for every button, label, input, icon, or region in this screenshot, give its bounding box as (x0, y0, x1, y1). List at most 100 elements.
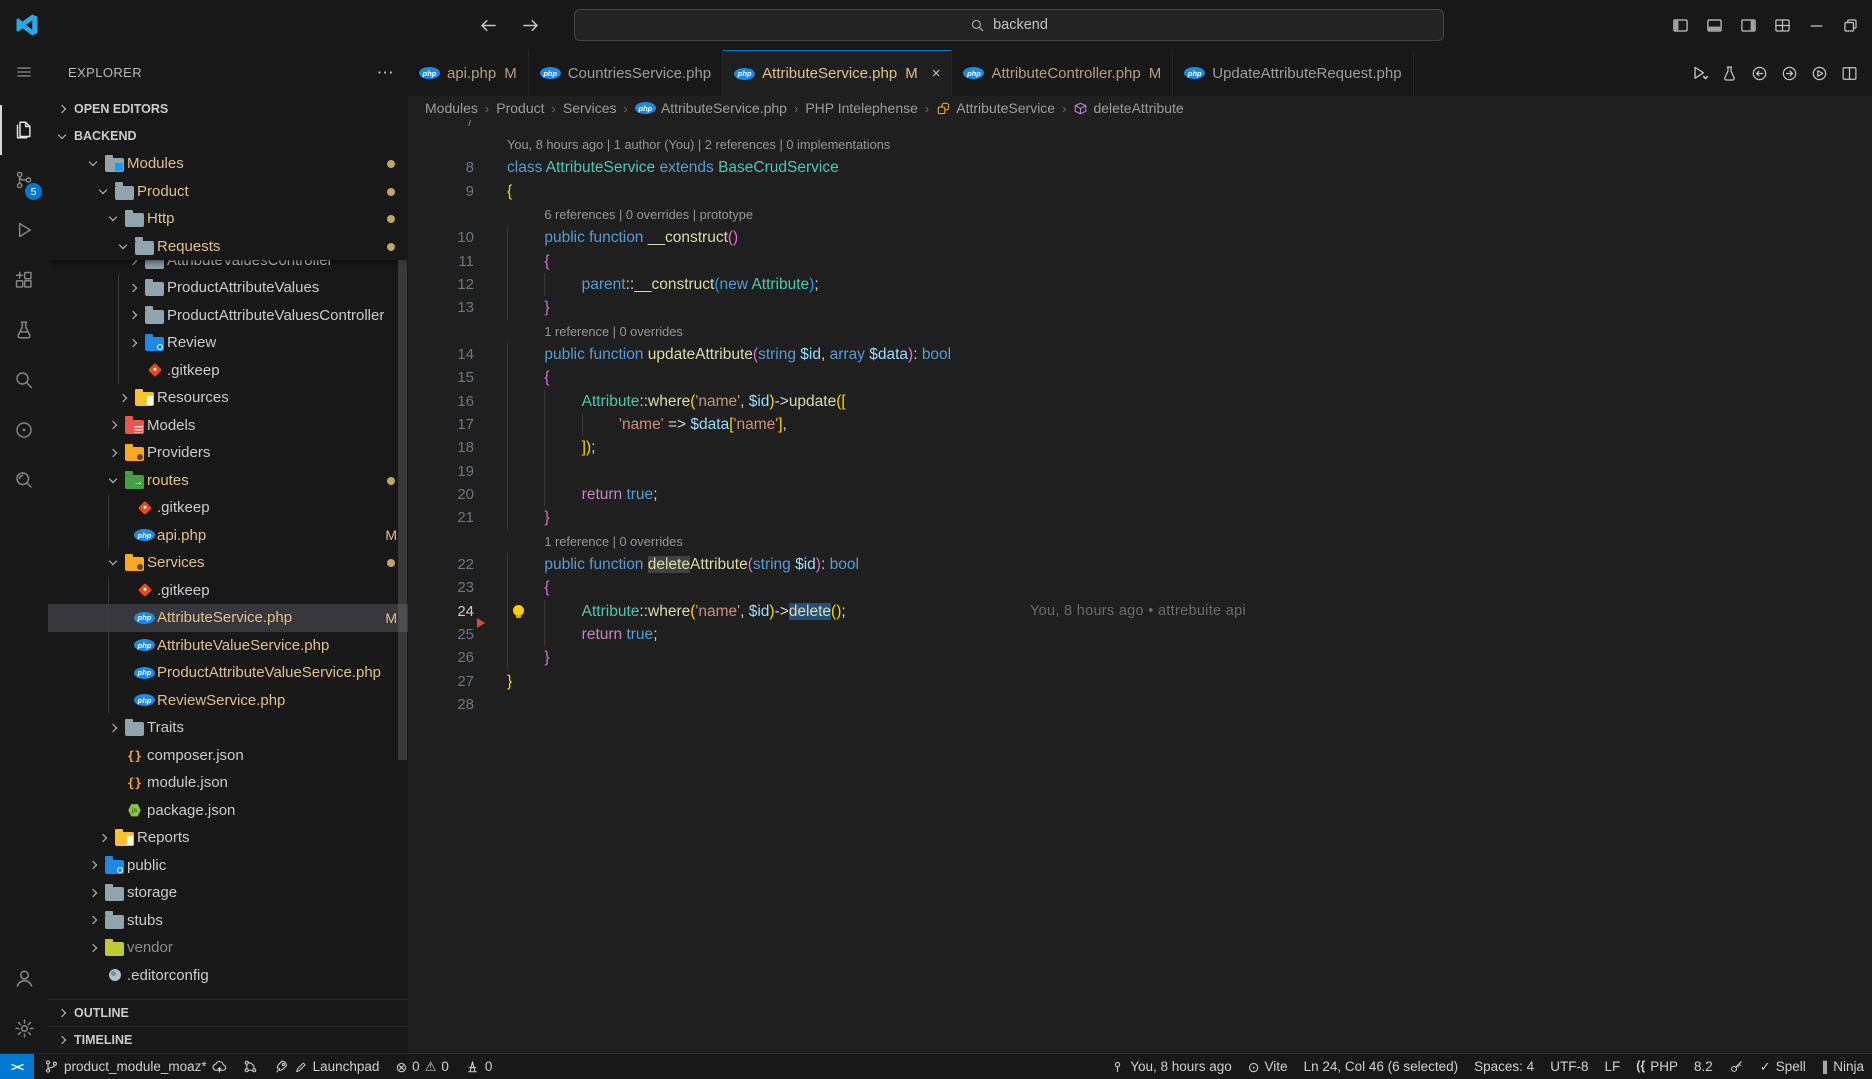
tree-item-composer.json[interactable]: {}composer.json (48, 742, 408, 770)
vite-status[interactable]: ⊙Vite (1240, 1054, 1296, 1079)
command-center-search[interactable]: backend (574, 9, 1444, 41)
ninja-status[interactable]: ∥Ninja (1814, 1054, 1872, 1079)
tree-item-module.json[interactable]: {}module.json (48, 769, 408, 797)
activity-circle[interactable] (0, 405, 48, 455)
code-line-15[interactable]: 15{ (408, 366, 1872, 389)
tree-item-storage[interactable]: storage (48, 879, 408, 907)
tree-item-attributevaluescontroller[interactable]: AttributeValuesController (48, 260, 408, 274)
split-editor-icon[interactable] (1841, 65, 1858, 82)
breadcrumb-item[interactable]: AttributeService (936, 100, 1055, 116)
codelens-line[interactable]: 6 references | 0 overrides | prototype (408, 203, 1872, 226)
nav-forward-icon[interactable] (518, 13, 542, 37)
tab-api.php[interactable]: phpapi.phpM (408, 50, 529, 96)
activity-account[interactable] (0, 953, 48, 1003)
spell-status[interactable]: ✓Spell (1752, 1054, 1814, 1079)
activity-settings[interactable] (0, 1003, 48, 1053)
launchpad-button[interactable]: Launchpad (266, 1054, 388, 1079)
close-icon[interactable]: × (932, 66, 941, 81)
breadcrumb-item[interactable]: deleteAttribute (1073, 100, 1183, 116)
tree-item-.editorconfig[interactable]: .editorconfig (48, 962, 408, 990)
tree-item-.gitkeep[interactable]: .gitkeep (48, 494, 408, 522)
tree-item-resources[interactable]: Resources (48, 384, 408, 412)
tab-attributecontroller.php[interactable]: phpAttributeController.phpM (952, 50, 1173, 96)
tree-item-attributevalueservice.php[interactable]: phpAttributeValueService.php (48, 632, 408, 660)
lightbulb-icon[interactable] (513, 605, 524, 616)
tree-item-reports[interactable]: Reports (48, 824, 408, 852)
sidebar-scrollbar[interactable] (398, 260, 407, 760)
nav-forward-icon[interactable] (1781, 65, 1798, 82)
activity-source-control[interactable]: 5 (0, 155, 48, 205)
codelens-text[interactable]: 1 reference | 0 overrides (544, 320, 1872, 343)
code-line-26[interactable]: 26} (408, 646, 1872, 669)
tree-item-api.php[interactable]: phpapi.phpM (48, 522, 408, 550)
eol-status[interactable]: LF (1596, 1054, 1628, 1079)
layout-grid-icon[interactable] (1768, 11, 1796, 39)
git-branch-status[interactable]: product_module_moaz* (36, 1054, 235, 1079)
activity-search[interactable] (0, 355, 48, 405)
beaker-icon[interactable] (1721, 65, 1738, 82)
code-line-12[interactable]: 12parent::__construct(new Attribute); (408, 273, 1872, 296)
license-status[interactable] (1721, 1054, 1752, 1079)
code-line-18[interactable]: 18]); (408, 436, 1872, 459)
tree-item-productattributevalueservice.php[interactable]: phpProductAttributeValueService.php (48, 659, 408, 687)
tree-item-traits[interactable]: Traits (48, 714, 408, 742)
tree-item--[interactable]: ⋯ (48, 989, 408, 999)
code-line-17[interactable]: 17'name' => $data['name'], (408, 413, 1872, 436)
tab-updateattributerequest.php[interactable]: phpUpdateAttributeRequest.php (1173, 50, 1413, 96)
code-line-21[interactable]: 21} (408, 506, 1872, 529)
codelens-text[interactable]: 6 references | 0 overrides | prototype (544, 203, 1872, 226)
git-graph-button[interactable] (235, 1054, 266, 1079)
tree-item-productattributevaluescontroller[interactable]: ProductAttributeValuesController (48, 302, 408, 330)
code-line-27[interactable]: 27} (408, 670, 1872, 693)
activity-run-debug[interactable] (0, 205, 48, 255)
timeline-header[interactable]: TIMELINE (48, 1026, 408, 1053)
nav-back-icon[interactable] (476, 13, 500, 37)
code-line-13[interactable]: 13} (408, 296, 1872, 319)
restore-icon[interactable] (1836, 11, 1864, 39)
activity-files[interactable] (0, 105, 48, 155)
code-line-22[interactable]: 22public function deleteAttribute(string… (408, 553, 1872, 576)
code-line-24[interactable]: 24Attribute::where('name', $id)->delete(… (408, 600, 1872, 623)
language-status[interactable]: ({PHP (1628, 1054, 1686, 1079)
tree-item-routes[interactable]: →routes (48, 467, 408, 495)
code-line-8[interactable]: 8class AttributeService extends BaseCrud… (408, 156, 1872, 179)
codelens-text[interactable]: You, 8 hours ago | 1 author (You) | 2 re… (507, 133, 1872, 156)
problems-status[interactable]: ⊗0⚠0 (387, 1054, 456, 1079)
code-line-25[interactable]: 25return true; (408, 623, 1872, 646)
tree-item-package.json[interactable]: jspackage.json (48, 797, 408, 825)
tab-attributeservice.php[interactable]: phpAttributeService.phpM× (723, 50, 952, 96)
breadcrumb-item[interactable]: PHP Intelephense (805, 100, 918, 116)
codelens-line[interactable]: 1 reference | 0 overrides (408, 320, 1872, 343)
code-line-9[interactable]: 9{ (408, 180, 1872, 203)
tree-item-product[interactable]: Product (48, 178, 408, 206)
tree-item-http[interactable]: Http (48, 205, 408, 233)
breadcrumb-item[interactable]: Services (563, 100, 617, 116)
tree-item-vendor[interactable]: vendor (48, 934, 408, 962)
panel-bottom-icon[interactable] (1700, 11, 1728, 39)
tree-item-requests[interactable]: Requests (48, 233, 408, 261)
code-line-20[interactable]: 20return true; (408, 483, 1872, 506)
tree-item-services[interactable]: Services (48, 549, 408, 577)
code-editor[interactable]: 7You, 8 hours ago | 1 author (You) | 2 r… (408, 120, 1872, 1053)
tree-item-stubs[interactable]: stubs (48, 907, 408, 935)
activity-menu[interactable] (0, 50, 48, 94)
outline-header[interactable]: OUTLINE (48, 999, 408, 1026)
workspace-root-header[interactable]: BACKEND (48, 123, 408, 151)
code-line-14[interactable]: 14public function updateAttribute(string… (408, 343, 1872, 366)
code-line-28[interactable]: 28 (408, 693, 1872, 716)
codelens-line[interactable]: 1 reference | 0 overrides (408, 530, 1872, 553)
breadcrumb-item[interactable]: Product (496, 100, 544, 116)
code-line-19[interactable]: 19 (408, 460, 1872, 483)
encoding-status[interactable]: UTF-8 (1542, 1054, 1596, 1079)
tree-item-review[interactable]: Review (48, 329, 408, 357)
breadcrumb-item[interactable]: Modules (425, 100, 478, 116)
minimize-icon[interactable] (1802, 11, 1830, 39)
tab-countriesservice.php[interactable]: phpCountriesService.php (529, 50, 723, 96)
codelens-line[interactable]: You, 8 hours ago | 1 author (You) | 2 re… (408, 133, 1872, 156)
remote-indicator[interactable]: >< (0, 1054, 34, 1079)
ports-status[interactable]: 0 (457, 1054, 501, 1079)
panel-right-icon[interactable] (1734, 11, 1762, 39)
activity-inspect[interactable] (0, 455, 48, 505)
php-version[interactable]: 8.2 (1686, 1054, 1721, 1079)
run-circle-icon[interactable] (1811, 65, 1828, 82)
